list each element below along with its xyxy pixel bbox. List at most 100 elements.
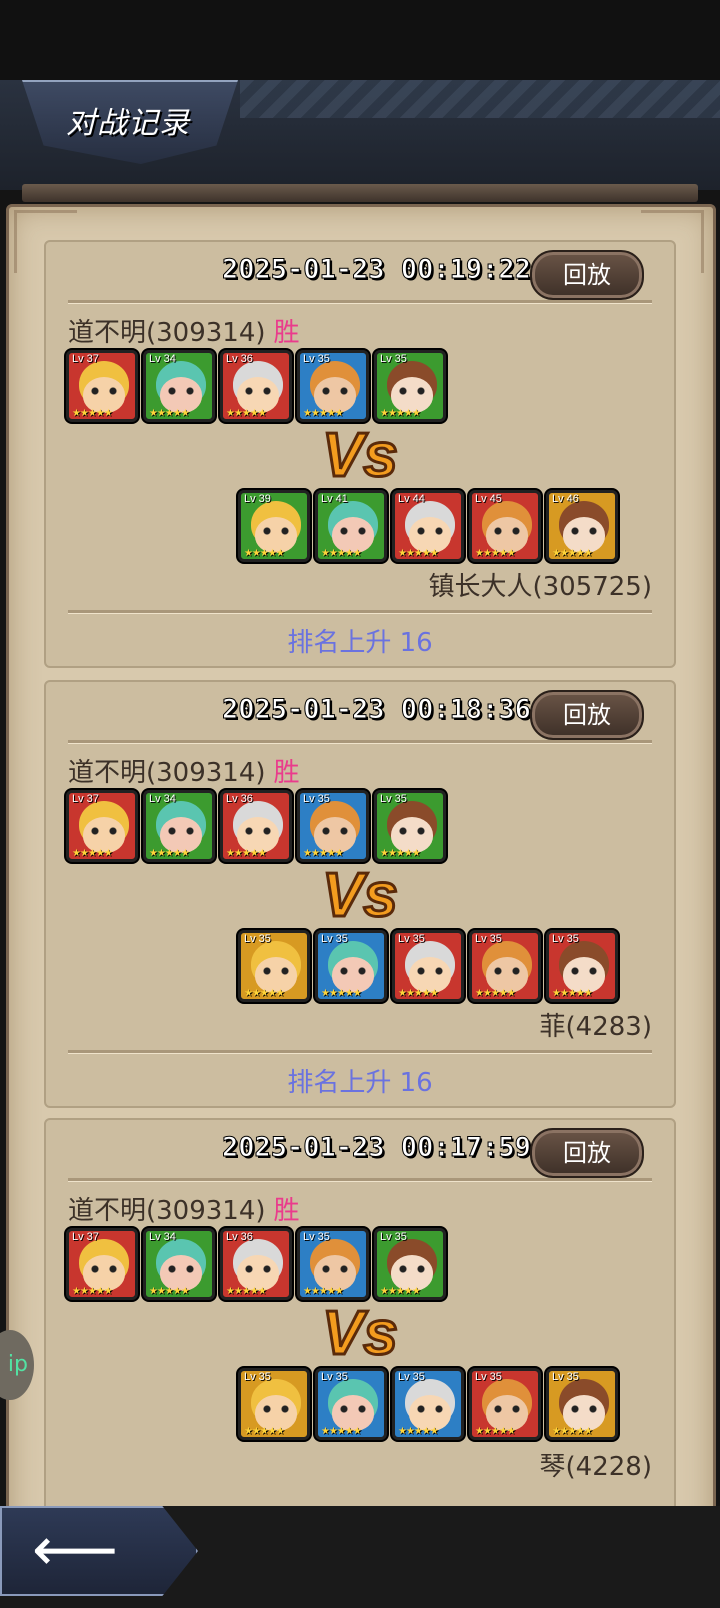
hero-portrait[interactable]: Lv 35 ★★★★★ (469, 1368, 541, 1440)
result-badge: 胜 (273, 1196, 300, 1226)
hero-portrait[interactable]: Lv 34 ★★★★★ (143, 1228, 215, 1300)
hero-portrait[interactable]: Lv 37 ★★★★★ (66, 1228, 138, 1300)
hero-stars: ★★★★★ (398, 988, 439, 999)
hero-stars: ★★★★★ (226, 1286, 267, 1297)
battle-time: 2025-01-23 00:19:22 (222, 254, 532, 286)
hero-level: Lv 36 (226, 353, 253, 365)
battle-time: 2025-01-23 00:17:59 (222, 1132, 532, 1164)
hero-level: Lv 41 (321, 493, 348, 505)
hero-portrait[interactable]: Lv 35 ★★★★★ (374, 1228, 446, 1300)
hero-eyes (569, 967, 599, 975)
hero-eyes (261, 1405, 291, 1413)
hero-portrait[interactable]: Lv 34 ★★★★★ (143, 790, 215, 862)
hero-portrait[interactable]: Lv 35 ★★★★★ (546, 930, 618, 1002)
hero-portrait[interactable]: Lv 37 ★★★★★ (66, 350, 138, 422)
hero-portrait[interactable]: Lv 37 ★★★★★ (66, 790, 138, 862)
hero-stars: ★★★★★ (552, 1426, 593, 1437)
hero-portrait[interactable]: Lv 36 ★★★★★ (220, 350, 292, 422)
hero-portrait[interactable]: Lv 35 ★★★★★ (469, 930, 541, 1002)
player-label: 道不明(309314) (68, 1196, 266, 1226)
hero-eyes (243, 1265, 273, 1273)
hero-portrait[interactable]: Lv 36 ★★★★★ (220, 1228, 292, 1300)
replay-button[interactable]: 回放 (530, 250, 644, 300)
left-arrow-icon[interactable]: ⟵ (32, 1520, 118, 1580)
hero-portrait[interactable]: Lv 35 ★★★★★ (315, 1368, 387, 1440)
hero-portrait[interactable]: Lv 35 ★★★★★ (238, 1368, 310, 1440)
hero-level: Lv 37 (72, 1231, 99, 1243)
hero-portrait[interactable]: Lv 35 ★★★★★ (315, 930, 387, 1002)
hero-portrait[interactable]: Lv 36 ★★★★★ (220, 790, 292, 862)
hero-portrait[interactable]: Lv 35 ★★★★★ (546, 1368, 618, 1440)
hero-portrait[interactable]: Lv 35 ★★★★★ (297, 1228, 369, 1300)
hero-portrait[interactable]: Lv 35 ★★★★★ (392, 930, 464, 1002)
hero-eyes (89, 827, 119, 835)
hero-stars: ★★★★★ (552, 548, 593, 559)
hero-level: Lv 46 (552, 493, 579, 505)
hero-portrait[interactable]: Lv 44 ★★★★★ (392, 490, 464, 562)
hero-stars: ★★★★★ (226, 848, 267, 859)
hero-portrait[interactable]: Lv 39 ★★★★★ (238, 490, 310, 562)
opponent-team: Lv 39 ★★★★★ Lv 41 ★★★★★ Lv 44 ★★★★★ Lv 45 ★★★★★… (238, 490, 618, 562)
rank-change: 排名上升 16 (287, 1068, 433, 1098)
hero-portrait[interactable]: Lv 34 ★★★★★ (143, 350, 215, 422)
hero-portrait[interactable]: Lv 35 ★★★★★ (297, 350, 369, 422)
opponent-name: 菲(4283) (539, 1012, 652, 1042)
hero-eyes (415, 527, 445, 535)
hero-level: Lv 35 (303, 793, 330, 805)
player-name: 道不明(309314) 胜 (68, 1190, 300, 1227)
replay-button[interactable]: 回放 (530, 1128, 644, 1178)
hero-portrait[interactable]: Lv 45 ★★★★★ (469, 490, 541, 562)
hero-stars: ★★★★★ (72, 1286, 113, 1297)
battle-time: 2025-01-23 00:18:36 (222, 694, 532, 726)
hero-stars: ★★★★★ (244, 548, 285, 559)
hero-portrait[interactable]: Lv 35 ★★★★★ (374, 790, 446, 862)
hero-stars: ★★★★★ (552, 988, 593, 999)
battle-card: 2025-01-23 00:18:36 回放 道不明(309314) 胜 Lv 3… (44, 680, 676, 1108)
divider (68, 610, 652, 614)
status-area (0, 0, 720, 80)
hero-eyes (320, 387, 350, 395)
vs-label: Vs (321, 1298, 400, 1370)
rank-change: 排名上升 16 (287, 628, 433, 658)
hero-level: Lv 35 (303, 1231, 330, 1243)
hero-stars: ★★★★★ (149, 408, 190, 419)
hero-stars: ★★★★★ (244, 1426, 285, 1437)
hero-stars: ★★★★★ (72, 408, 113, 419)
hero-level: Lv 35 (244, 933, 271, 945)
hero-stars: ★★★★★ (321, 1426, 362, 1437)
player-name: 道不明(309314) 胜 (68, 752, 300, 789)
hero-level: Lv 39 (244, 493, 271, 505)
hero-eyes (492, 1405, 522, 1413)
player-label: 道不明(309314) (68, 318, 266, 348)
hero-portrait[interactable]: Lv 35 ★★★★★ (392, 1368, 464, 1440)
hero-level: Lv 34 (149, 1231, 176, 1243)
hero-level: Lv 35 (398, 933, 425, 945)
player-name: 道不明(309314) 胜 (68, 312, 300, 349)
player-team: Lv 37 ★★★★★ Lv 34 ★★★★★ Lv 36 ★★★★★ Lv 35 ★★★★★… (66, 1228, 446, 1300)
hero-stars: ★★★★★ (303, 408, 344, 419)
hero-stars: ★★★★★ (475, 548, 516, 559)
hero-portrait[interactable]: Lv 35 ★★★★★ (374, 350, 446, 422)
hero-eyes (338, 1405, 368, 1413)
replay-button[interactable]: 回放 (530, 690, 644, 740)
hero-eyes (569, 527, 599, 535)
opponent-name: 镇长大人(305725) (428, 572, 652, 602)
hero-portrait[interactable]: Lv 35 ★★★★★ (297, 790, 369, 862)
hero-portrait[interactable]: Lv 41 ★★★★★ (315, 490, 387, 562)
opponent-name: 琴(4228) (539, 1452, 652, 1482)
player-team: Lv 37 ★★★★★ Lv 34 ★★★★★ Lv 36 ★★★★★ Lv 35 ★★★★★… (66, 790, 446, 862)
hero-eyes (261, 527, 291, 535)
hero-portrait[interactable]: Lv 46 ★★★★★ (546, 490, 618, 562)
battle-card: 2025-01-23 00:19:22 回放 道不明(309314) 胜 Lv 3… (44, 240, 676, 668)
hero-stars: ★★★★★ (244, 988, 285, 999)
hero-level: Lv 36 (226, 793, 253, 805)
vs-label: Vs (321, 420, 400, 492)
hero-level: Lv 34 (149, 793, 176, 805)
hero-portrait[interactable]: Lv 35 ★★★★★ (238, 930, 310, 1002)
hero-level: Lv 45 (475, 493, 502, 505)
hero-level: Lv 35 (380, 793, 407, 805)
player-label: 道不明(309314) (68, 758, 266, 788)
page-title: 对战记录 (66, 106, 190, 141)
player-team: Lv 37 ★★★★★ Lv 34 ★★★★★ Lv 36 ★★★★★ Lv 35 ★★★★★… (66, 350, 446, 422)
hero-eyes (415, 967, 445, 975)
